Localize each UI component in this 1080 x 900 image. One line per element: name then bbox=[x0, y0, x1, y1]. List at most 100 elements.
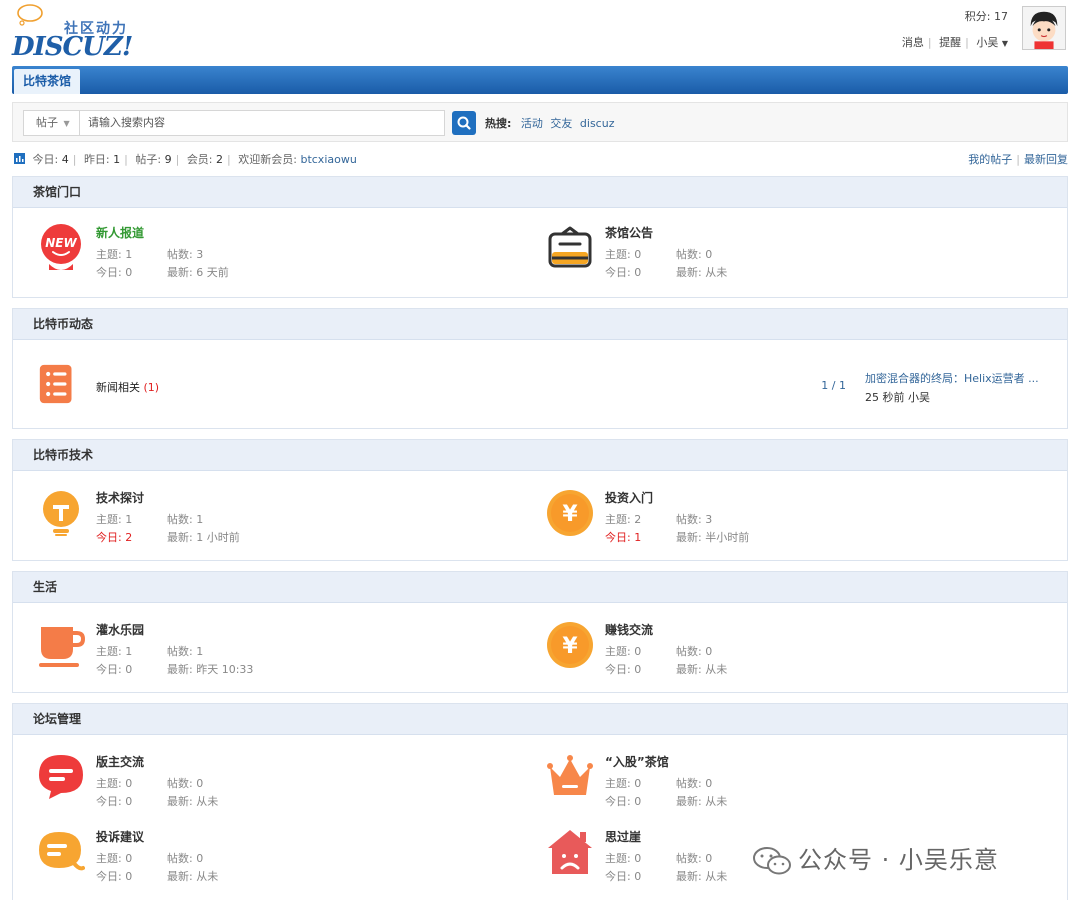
username-menu[interactable]: 小吴 ▼ bbox=[976, 36, 1008, 49]
avatar[interactable] bbox=[1022, 6, 1066, 50]
forum-name[interactable]: 灌水乐园 bbox=[96, 621, 144, 638]
last-post-meta: 25 秒前 小吴 bbox=[865, 391, 930, 404]
latest-reply-link[interactable]: 最新回复 bbox=[1024, 153, 1068, 166]
section-title[interactable]: 生活 bbox=[13, 572, 1067, 603]
hot-term-link[interactable]: 交友 bbox=[550, 117, 572, 130]
today-count: 今日: 0 bbox=[96, 266, 133, 279]
forum-meta-row: 今日: 0 最新: 从未 bbox=[605, 868, 727, 884]
hot-term-link[interactable]: discuz bbox=[580, 117, 615, 130]
posts-count: 帖数: 0 bbox=[676, 645, 713, 658]
today-count: 4 bbox=[61, 153, 69, 166]
forum-name[interactable]: 技术探讨 bbox=[96, 489, 144, 506]
forum-meta-row: 主题: 0 帖数: 0 bbox=[605, 643, 712, 659]
sad-house-icon[interactable] bbox=[546, 828, 594, 876]
username: 小吴 bbox=[976, 36, 999, 49]
chat-bubble-icon[interactable] bbox=[37, 753, 85, 801]
forum-meta-row: 今日: 1 最新: 半小时前 bbox=[605, 529, 749, 545]
sep: | bbox=[124, 153, 128, 166]
forum-meta-row: 主题: 0 帖数: 0 bbox=[605, 850, 712, 866]
reminders-link[interactable]: 提醒 bbox=[939, 36, 961, 49]
latest-time: 最新: 昨天 10:33 bbox=[167, 663, 254, 676]
search-type-label: 帖子 bbox=[36, 116, 58, 129]
new-member-link[interactable]: btcxiaowu bbox=[300, 153, 356, 166]
forum-meta-row: 今日: 0 最新: 从未 bbox=[605, 264, 727, 280]
sep: | bbox=[175, 153, 180, 166]
latest-time: 最新: 从未 bbox=[676, 870, 728, 883]
section-title[interactable]: 比特币动态 bbox=[13, 309, 1067, 340]
forum-name[interactable]: 新闻相关 (1) bbox=[96, 379, 159, 395]
yuan-coin-icon[interactable]: ¥ bbox=[546, 489, 594, 537]
search-button[interactable] bbox=[452, 111, 476, 135]
messages-link[interactable]: 消息 bbox=[902, 36, 924, 49]
latest-time: 最新: 从未 bbox=[676, 266, 728, 279]
crown-icon[interactable] bbox=[546, 753, 594, 801]
yuan-glyph: ¥ bbox=[562, 634, 578, 659]
logo-bubble-icon bbox=[17, 4, 43, 26]
hot-search: 热搜: 活动 交友 discuz bbox=[485, 115, 618, 131]
topics-count: 主题: 0 bbox=[605, 777, 642, 790]
forum-invest: ¥ 投资入门 主题: 2 帖数: 3 今日: 1 最新: 半小时前 bbox=[522, 489, 1022, 555]
sep: | bbox=[927, 36, 932, 49]
caret-down-icon: ▼ bbox=[63, 119, 70, 128]
my-posts-link[interactable]: 我的帖子 bbox=[968, 153, 1012, 166]
members-count: 2 bbox=[216, 153, 224, 166]
feedback-bubble-icon[interactable] bbox=[37, 828, 85, 876]
posts-count: 帖数: 1 bbox=[167, 645, 204, 658]
forum-newbie: NEW 新人报道 主题: 1 帖数: 3 今日: 0 最新: 6 天前 bbox=[13, 224, 513, 290]
section-title[interactable]: 茶馆门口 bbox=[13, 177, 1067, 208]
new-badge-icon[interactable]: NEW bbox=[37, 224, 85, 272]
announcement-board-icon[interactable] bbox=[546, 224, 594, 272]
yuan-coin-icon[interactable]: ¥ bbox=[546, 621, 594, 669]
search-input[interactable]: 请输入搜索内容 bbox=[79, 110, 445, 136]
forum-name[interactable]: 版主交流 bbox=[96, 753, 144, 770]
pager-text[interactable]: 1 / 1 bbox=[821, 379, 846, 392]
forum-stats: 今日: 4 | 昨日: 1 | 帖子: 9 | 会员: 2 | 欢迎新会员: btcxi… bbox=[14, 151, 357, 167]
forum-meta-row: 主题: 0 帖数: 0 bbox=[605, 246, 712, 262]
forum-name[interactable]: “入股”茶馆 bbox=[605, 753, 669, 770]
posts-count: 帖数: 0 bbox=[676, 248, 713, 261]
forum-name[interactable]: 赚钱交流 bbox=[605, 621, 653, 638]
section-title[interactable]: 论坛管理 bbox=[13, 704, 1067, 735]
cup-icon[interactable] bbox=[37, 621, 85, 669]
sep: | bbox=[72, 153, 77, 166]
logo-en-text: DISCUZ! bbox=[12, 32, 133, 62]
last-post-title[interactable]: 加密混合器的终局：Helix运营者 ... bbox=[865, 370, 1055, 386]
topics-count: 主题: 0 bbox=[605, 645, 642, 658]
posts-count: 帖数: 0 bbox=[676, 852, 713, 865]
today-count: 今日: 0 bbox=[96, 663, 133, 676]
list-document-icon[interactable] bbox=[39, 360, 79, 408]
nav-tab-active[interactable]: 比特茶馆 bbox=[14, 69, 81, 94]
forum-name[interactable]: 投诉建议 bbox=[96, 828, 144, 845]
user-points: 积分: 17 bbox=[964, 10, 1008, 23]
posts-count: 帖数: 3 bbox=[676, 513, 713, 526]
today-count: 今日: 2 bbox=[96, 531, 133, 544]
avatar-face-icon bbox=[1030, 11, 1058, 49]
today-label: 今日: bbox=[32, 153, 59, 166]
discuz-logo[interactable]: 社区动力 DISCUZ! bbox=[12, 4, 142, 62]
forum-announcement: 茶馆公告 主题: 0 帖数: 0 今日: 0 最新: 从未 bbox=[522, 224, 1022, 290]
forum-name[interactable]: 思过崖 bbox=[605, 828, 641, 845]
topics-count: 主题: 1 bbox=[96, 248, 133, 261]
lightbulb-icon[interactable] bbox=[37, 489, 85, 537]
latest-time: 最新: 1 小时前 bbox=[167, 531, 240, 544]
hot-term-link[interactable]: 活动 bbox=[521, 117, 543, 130]
forum-meta-row: 主题: 1 帖数: 1 bbox=[96, 511, 203, 527]
today-count: 今日: 0 bbox=[605, 870, 642, 883]
forum-meta-row: 主题: 0 帖数: 0 bbox=[96, 775, 203, 791]
forum-name[interactable]: 茶馆公告 bbox=[605, 224, 653, 241]
forum-money: ¥ 赚钱交流 主题: 0 帖数: 0 今日: 0 最新: 从未 bbox=[522, 621, 1022, 687]
posts-label: 帖子: bbox=[135, 153, 162, 166]
section-bitcoin-news: 比特币动态 新闻相关 (1) 1 / 1 加密混合器的终局：Helix运营者 .… bbox=[12, 308, 1068, 429]
welcome-label: 欢迎新会员: bbox=[238, 153, 297, 166]
forum-meta-row: 主题: 0 帖数: 0 bbox=[96, 850, 203, 866]
posts-count: 9 bbox=[164, 153, 172, 166]
topics-count: 主题: 2 bbox=[605, 513, 642, 526]
forum-name[interactable]: 新人报道 bbox=[96, 224, 144, 241]
forum-meta-row: 主题: 0 帖数: 0 bbox=[605, 775, 712, 791]
forum-meta-row: 今日: 0 最新: 从未 bbox=[96, 793, 218, 809]
forum-name[interactable]: 投资入门 bbox=[605, 489, 653, 506]
forum-meta-row: 今日: 0 最新: 6 天前 bbox=[96, 264, 229, 280]
header: 社区动力 DISCUZ! 积分: 17 消息 | 提醒 | 小吴 ▼ bbox=[0, 0, 1080, 62]
section-title[interactable]: 比特币技术 bbox=[13, 440, 1067, 471]
forum-meta-row: 今日: 0 最新: 从未 bbox=[96, 868, 218, 884]
